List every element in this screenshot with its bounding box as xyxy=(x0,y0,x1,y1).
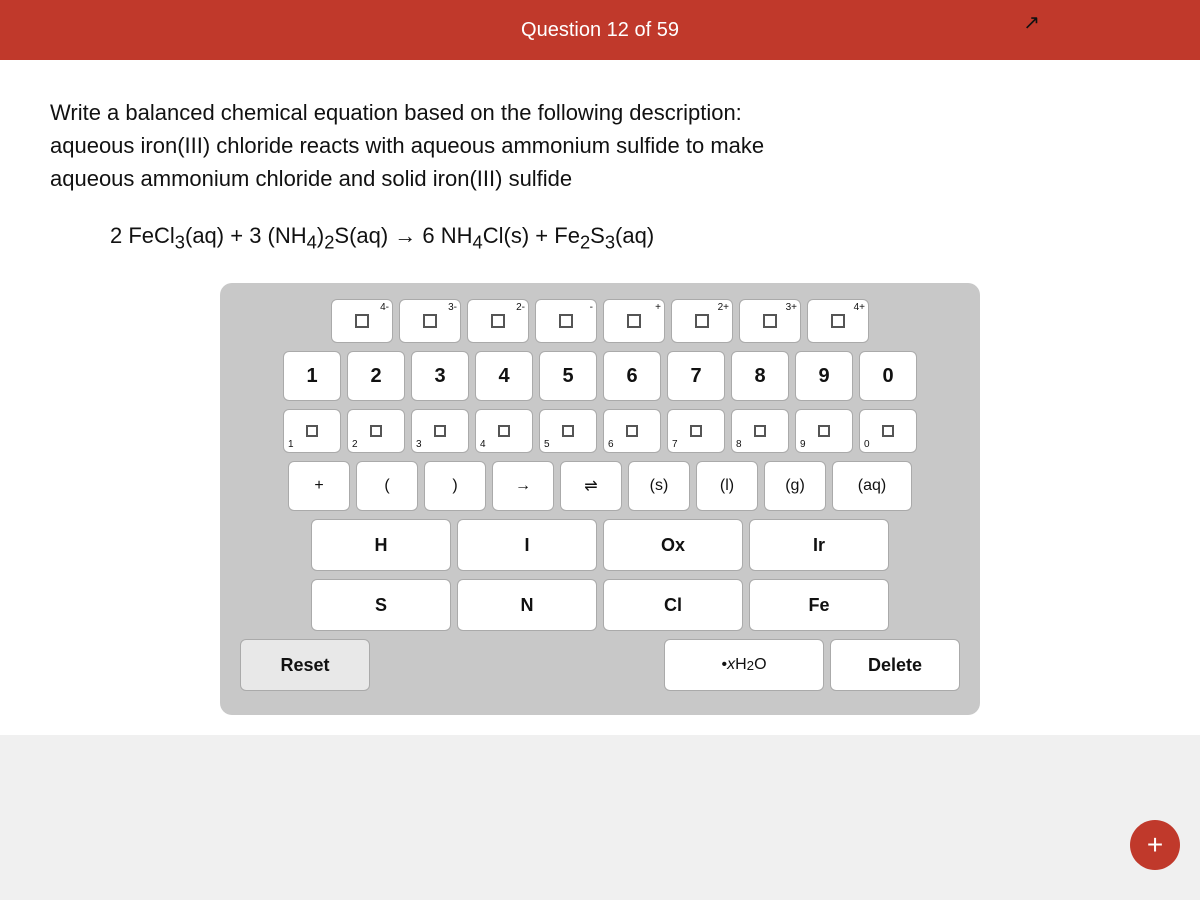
charge-plus-key[interactable]: + xyxy=(603,299,665,343)
element-row-2: S N Cl Fe xyxy=(240,579,960,631)
delete-button[interactable]: Delete xyxy=(830,639,960,691)
num-5-key[interactable]: 5 xyxy=(539,351,597,401)
num-6-key[interactable]: 6 xyxy=(603,351,661,401)
gas-key[interactable]: (g) xyxy=(764,461,826,511)
charge-4plus-key[interactable]: 4+ xyxy=(807,299,869,343)
charge-4minus-key[interactable]: 4- xyxy=(331,299,393,343)
liquid-key[interactable]: (l) xyxy=(696,461,758,511)
reset-button[interactable]: Reset xyxy=(240,639,370,691)
arrow-key[interactable]: → xyxy=(492,461,554,511)
num-0-key[interactable]: 0 xyxy=(859,351,917,401)
subnum-1-key[interactable]: 1 xyxy=(283,409,341,453)
element-Cl-key[interactable]: Cl xyxy=(603,579,743,631)
subnum-0-key[interactable]: 0 xyxy=(859,409,917,453)
element-Ox-key[interactable]: Ox xyxy=(603,519,743,571)
num-3-key[interactable]: 3 xyxy=(411,351,469,401)
equilibrium-key[interactable]: ⇌ xyxy=(560,461,622,511)
subnum-5-key[interactable]: 5 xyxy=(539,409,597,453)
num-9-key[interactable]: 9 xyxy=(795,351,853,401)
equation-display: 2 FeCl3(aq) + 3 (NH4)2S(aq) → 6 NH4Cl(s)… xyxy=(110,223,1150,253)
top-bar: Question 12 of 59 ↗ xyxy=(0,0,1200,60)
water-key[interactable]: • x H2O xyxy=(664,639,824,691)
question-text: Write a balanced chemical equation based… xyxy=(50,96,1150,195)
charge-minus-key[interactable]: - xyxy=(535,299,597,343)
plus-circle-button[interactable]: + xyxy=(1130,820,1180,870)
element-S-key[interactable]: S xyxy=(311,579,451,631)
subnum-6-key[interactable]: 6 xyxy=(603,409,661,453)
subnum-9-key[interactable]: 9 xyxy=(795,409,853,453)
charge-2minus-key[interactable]: 2- xyxy=(467,299,529,343)
charge-3minus-key[interactable]: 3- xyxy=(399,299,461,343)
num-2-key[interactable]: 2 xyxy=(347,351,405,401)
subnum-3-key[interactable]: 3 xyxy=(411,409,469,453)
num-1-key[interactable]: 1 xyxy=(283,351,341,401)
plus-key[interactable]: + xyxy=(288,461,350,511)
open-paren-key[interactable]: ( xyxy=(356,461,418,511)
subnum-8-key[interactable]: 8 xyxy=(731,409,789,453)
symbol-row: + ( ) → ⇌ (s) (l) (g) (aq) xyxy=(240,461,960,511)
cursor-icon: ↗ xyxy=(1023,10,1040,35)
bottom-row: Reset • x H2O Delete xyxy=(240,639,960,691)
element-I-key[interactable]: I xyxy=(457,519,597,571)
main-content: Write a balanced chemical equation based… xyxy=(0,60,1200,735)
close-paren-key[interactable]: ) xyxy=(424,461,486,511)
element-N-key[interactable]: N xyxy=(457,579,597,631)
element-H-key[interactable]: H xyxy=(311,519,451,571)
element-row-1: H I Ox Ir xyxy=(240,519,960,571)
num-8-key[interactable]: 8 xyxy=(731,351,789,401)
subnum-7-key[interactable]: 7 xyxy=(667,409,725,453)
question-counter: Question 12 of 59 xyxy=(521,19,679,42)
charge-3plus-key[interactable]: 3+ xyxy=(739,299,801,343)
subnum-4-key[interactable]: 4 xyxy=(475,409,533,453)
subnum-2-key[interactable]: 2 xyxy=(347,409,405,453)
chemical-keyboard: 4- 3- 2- - + 2+ 3+ 4+ xyxy=(220,283,980,715)
num-4-key[interactable]: 4 xyxy=(475,351,533,401)
number-row: 1 2 3 4 5 6 7 8 9 0 xyxy=(240,351,960,401)
element-Ir-key[interactable]: Ir xyxy=(749,519,889,571)
charge-2plus-key[interactable]: 2+ xyxy=(671,299,733,343)
charge-row: 4- 3- 2- - + 2+ 3+ 4+ xyxy=(240,299,960,343)
aqueous-key[interactable]: (aq) xyxy=(832,461,912,511)
sub-number-row: 1 2 3 4 5 6 7 8 9 xyxy=(240,409,960,453)
solid-key[interactable]: (s) xyxy=(628,461,690,511)
num-7-key[interactable]: 7 xyxy=(667,351,725,401)
element-Fe-key[interactable]: Fe xyxy=(749,579,889,631)
